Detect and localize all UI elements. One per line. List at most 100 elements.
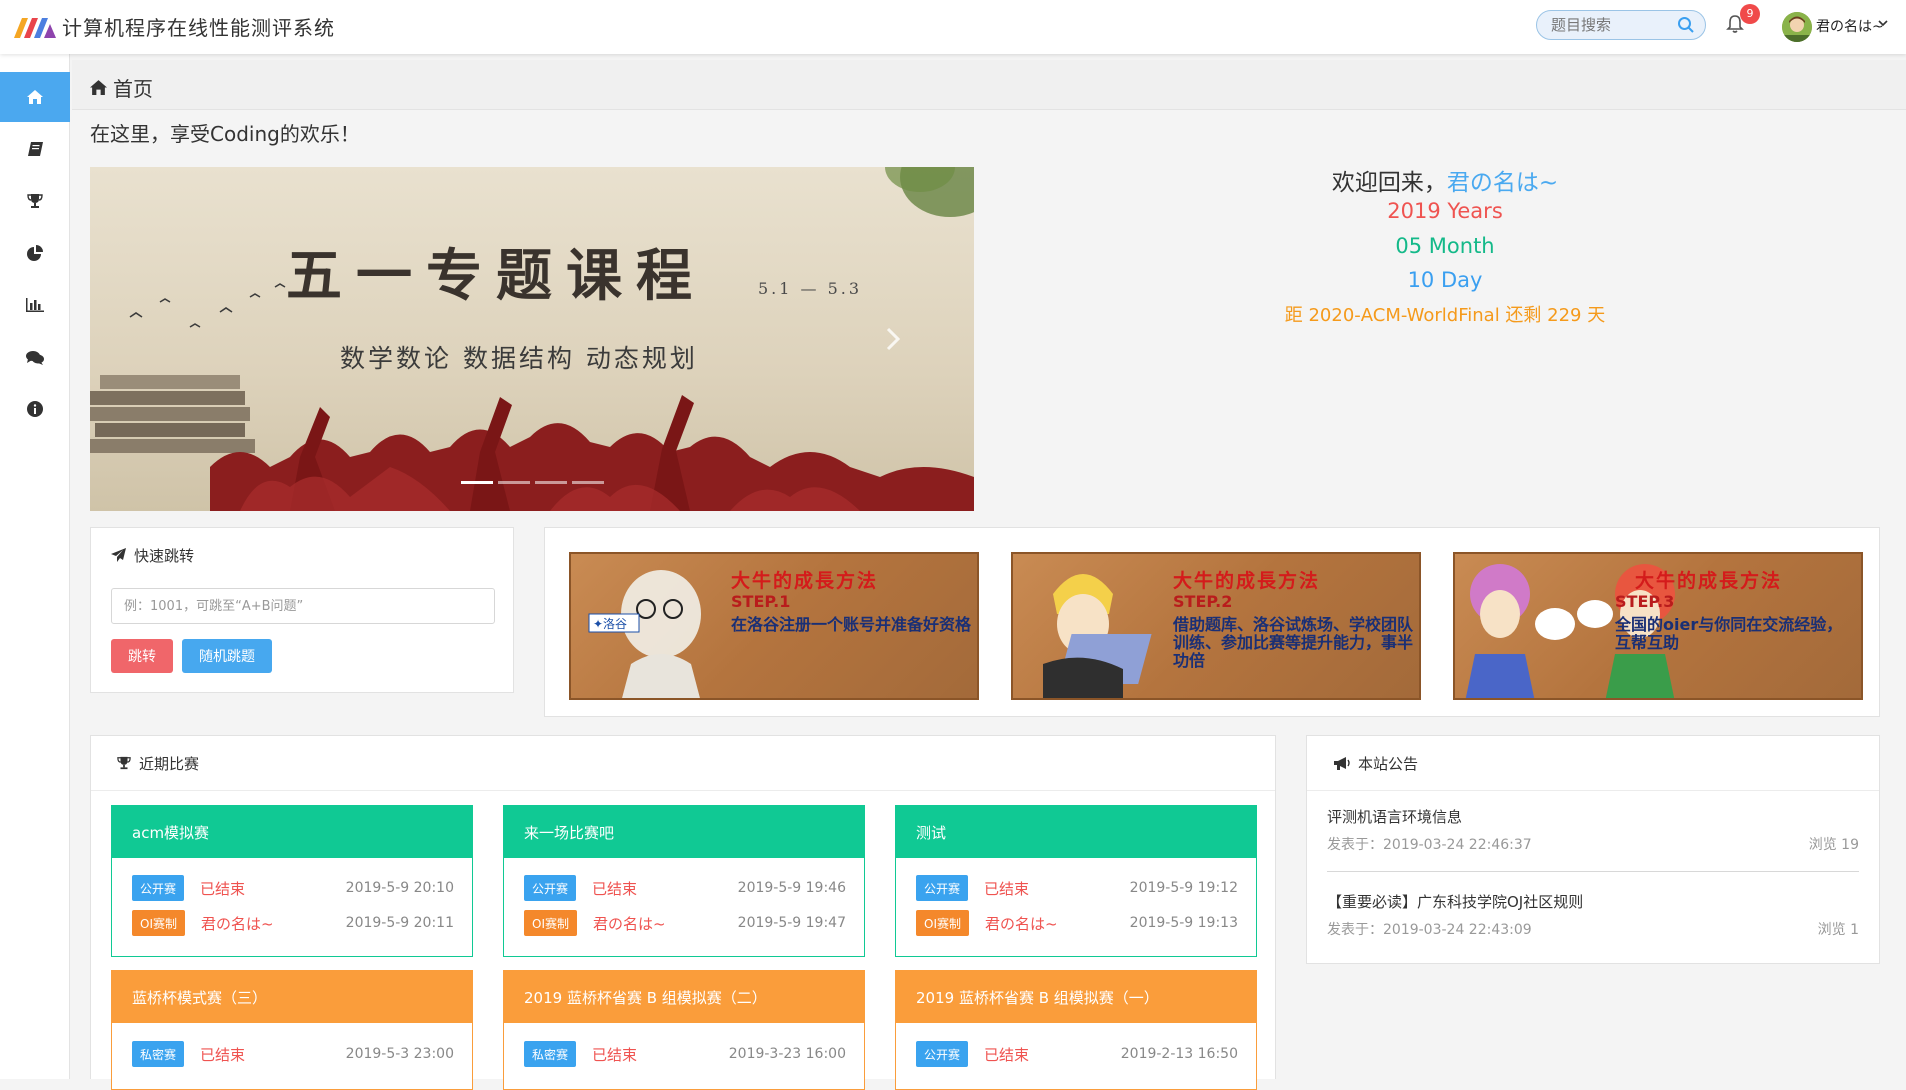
problem-jump-input[interactable] [111, 588, 495, 624]
contest-info-row: OI赛制 君の名は~ 2019-5-9 19:47 [524, 910, 846, 936]
step-text: 在洛谷注册一个账号并准备好资格 [731, 615, 972, 634]
contest-end-time: 2019-5-9 20:11 [345, 915, 454, 931]
contest-name[interactable]: 2019 蓝桥杯省赛 B 组模拟赛（一） [896, 971, 1256, 1023]
carousel-subtitle: 数学数论 数据结构 动态规划 [340, 344, 698, 373]
worldfinal-countdown: 距 2020-ACM-WorldFinal 还剩 229 天 [1284, 305, 1606, 326]
pie-chart-icon [27, 245, 43, 261]
contest-start-time: 2019-5-9 19:12 [1129, 880, 1238, 896]
carousel-dot[interactable] [461, 481, 493, 484]
step-text: 借助题库、洛谷试炼场、学校团队训练、参加比赛等提升能力，事半功倍 [1173, 615, 1414, 670]
contest-info-row: 私密赛 已结束 2019-3-23 16:00 [524, 1041, 846, 1067]
svg-text:✦洛谷: ✦洛谷 [593, 616, 627, 631]
carousel-title: 五一专题课程 [286, 243, 706, 309]
comments-icon [26, 350, 44, 365]
search-box[interactable] [1536, 10, 1706, 40]
trophy-icon [27, 194, 43, 208]
random-problem-button[interactable]: 随机跳题 [182, 639, 272, 673]
contest-name[interactable]: 蓝桥杯模式赛（三） [112, 971, 472, 1023]
contest-card[interactable]: acm模拟赛 公开赛 已结束 2019-5-9 20:10 OI赛制 君の名は~… [111, 805, 473, 957]
jump-button[interactable]: 跳转 [111, 639, 173, 673]
steps-panel: ✦洛谷 大牛的成長方法 STEP.1 在洛谷注册一个账号并准备好资格 大牛的成長… [544, 527, 1880, 717]
megaphone-icon [1334, 757, 1350, 770]
step-text: 全国的oier与你同在交流经验，互帮互助 [1615, 615, 1843, 652]
search-input[interactable] [1537, 11, 1667, 39]
recent-contests-header: 近期比赛 [91, 736, 1275, 791]
user-name[interactable]: 君の名は~ [1816, 16, 1884, 36]
quick-jump-title: 快速跳转 [134, 546, 195, 565]
contest-owner[interactable]: 君の名は~ [985, 913, 1058, 934]
contest-status: 已结束 [592, 1045, 638, 1064]
sidebar-item-problems[interactable] [0, 124, 70, 174]
contest-name[interactable]: acm模拟赛 [112, 806, 472, 858]
contest-start-time: 2019-5-9 20:10 [345, 880, 454, 896]
notice-date: 发表于：2019-03-24 22:46:37 [1327, 837, 1532, 853]
contest-card[interactable]: 2019 蓝桥杯省赛 B 组模拟赛（一） 公开赛 已结束 2019-2-13 1… [895, 970, 1257, 1090]
contest-owner[interactable]: 君の名は~ [593, 913, 666, 934]
home-icon [90, 80, 107, 95]
carousel[interactable]: 五一专题课程 5.1 — 5.3 数学数论 数据结构 动态规划 [90, 167, 974, 511]
sidebar-item-rank[interactable] [0, 280, 70, 330]
sidebar-item-discussion[interactable] [0, 332, 70, 382]
step-card-2[interactable]: 大牛的成長方法 STEP.2 借助题库、洛谷试炼场、学校团队训练、参加比赛等提升… [1011, 552, 1421, 700]
breadcrumb-bar [72, 60, 1906, 110]
contest-card[interactable]: 2019 蓝桥杯省赛 B 组模拟赛（二） 私密赛 已结束 2019-3-23 1… [503, 970, 865, 1090]
contest-status: 已结束 [200, 1045, 246, 1064]
notices-header: 本站公告 [1307, 736, 1879, 791]
contest-type-badge: 公开赛 [916, 875, 969, 901]
step-card-3[interactable]: 大牛的成長方法 STEP.3 全国的oier与你同在交流经验，互帮互助 [1453, 552, 1863, 700]
sidebar-item-home[interactable] [0, 72, 70, 122]
contest-info-row: OI赛制 君の名は~ 2019-5-9 19:13 [916, 910, 1238, 936]
avatar[interactable] [1782, 12, 1812, 42]
contest-status: 已结束 [984, 879, 1030, 898]
sidebar-item-status[interactable] [0, 228, 70, 278]
contest-rule-badge: OI赛制 [916, 910, 969, 936]
contest-rule-badge: OI赛制 [132, 910, 185, 936]
contest-name[interactable]: 测试 [896, 806, 1256, 858]
contest-type-badge: 私密赛 [524, 1041, 577, 1067]
contest-name[interactable]: 2019 蓝桥杯省赛 B 组模拟赛（二） [504, 971, 864, 1023]
info-icon [27, 401, 43, 417]
contest-owner[interactable]: 君の名は~ [201, 913, 274, 934]
carousel-indicators [461, 481, 604, 484]
recent-contests-panel: 近期比赛 acm模拟赛 公开赛 已结束 2019-5-9 20:10 OI赛制 … [90, 735, 1276, 1090]
contest-type-badge: 公开赛 [524, 875, 577, 901]
notice-title[interactable]: 评测机语言环境信息 [1327, 806, 1462, 827]
bar-chart-icon [26, 298, 44, 312]
greeting-prefix: 欢迎回来， [1331, 170, 1447, 196]
sidebar [0, 54, 70, 1079]
quick-jump-panel: 快速跳转 跳转 随机跳题 [90, 527, 514, 693]
carousel-dot[interactable] [572, 481, 604, 484]
contest-card[interactable]: 来一场比赛吧 公开赛 已结束 2019-5-9 19:46 OI赛制 君の名は~… [503, 805, 865, 957]
greeting-year: 2019 Years [1387, 199, 1503, 223]
paper-plane-icon [111, 548, 126, 562]
notice-title[interactable]: 【重要必读】广东科技学院OJ社区规则 [1327, 891, 1583, 912]
carousel-date: 5.1 — 5.3 [758, 279, 863, 298]
sidebar-item-contests[interactable] [0, 176, 70, 226]
contest-status: 已结束 [984, 1045, 1030, 1064]
divider [1327, 871, 1859, 872]
breadcrumb-label[interactable]: 首页 [113, 73, 153, 102]
recent-contests-title: 近期比赛 [139, 754, 200, 773]
step-card-1[interactable]: ✦洛谷 大牛的成長方法 STEP.1 在洛谷注册一个账号并准备好资格 [569, 552, 979, 700]
search-icon[interactable] [1677, 16, 1695, 34]
step-title: 大牛的成長方法 [1173, 570, 1321, 592]
carousel-dot[interactable] [535, 481, 567, 484]
contest-card[interactable]: 测试 公开赛 已结束 2019-5-9 19:12 OI赛制 君の名は~ 201… [895, 805, 1257, 957]
greeting-name[interactable]: 君の名は~ [1447, 170, 1558, 196]
chevron-right-icon[interactable] [886, 327, 900, 351]
sidebar-item-about[interactable] [0, 384, 70, 434]
chevron-down-icon[interactable] [1878, 19, 1888, 27]
contest-info-row: 公开赛 已结束 2019-5-9 19:12 [916, 875, 1238, 901]
contest-type-badge: 私密赛 [132, 1041, 185, 1067]
step-title: 大牛的成長方法 [731, 570, 879, 592]
notice-date: 发表于：2019-03-24 22:43:09 [1327, 922, 1532, 938]
contest-type-badge: 公开赛 [132, 875, 185, 901]
carousel-dot[interactable] [498, 481, 530, 484]
contest-name[interactable]: 来一场比赛吧 [504, 806, 864, 858]
home-icon [27, 90, 43, 104]
app-logo[interactable] [14, 14, 56, 38]
step-number: STEP.1 [731, 592, 791, 611]
notice-views: 浏览 19 [1808, 837, 1859, 853]
contest-card[interactable]: 蓝桥杯模式赛（三） 私密赛 已结束 2019-5-3 23:00 [111, 970, 473, 1090]
app-title: 计算机程序在线性能测评系统 [62, 16, 335, 40]
